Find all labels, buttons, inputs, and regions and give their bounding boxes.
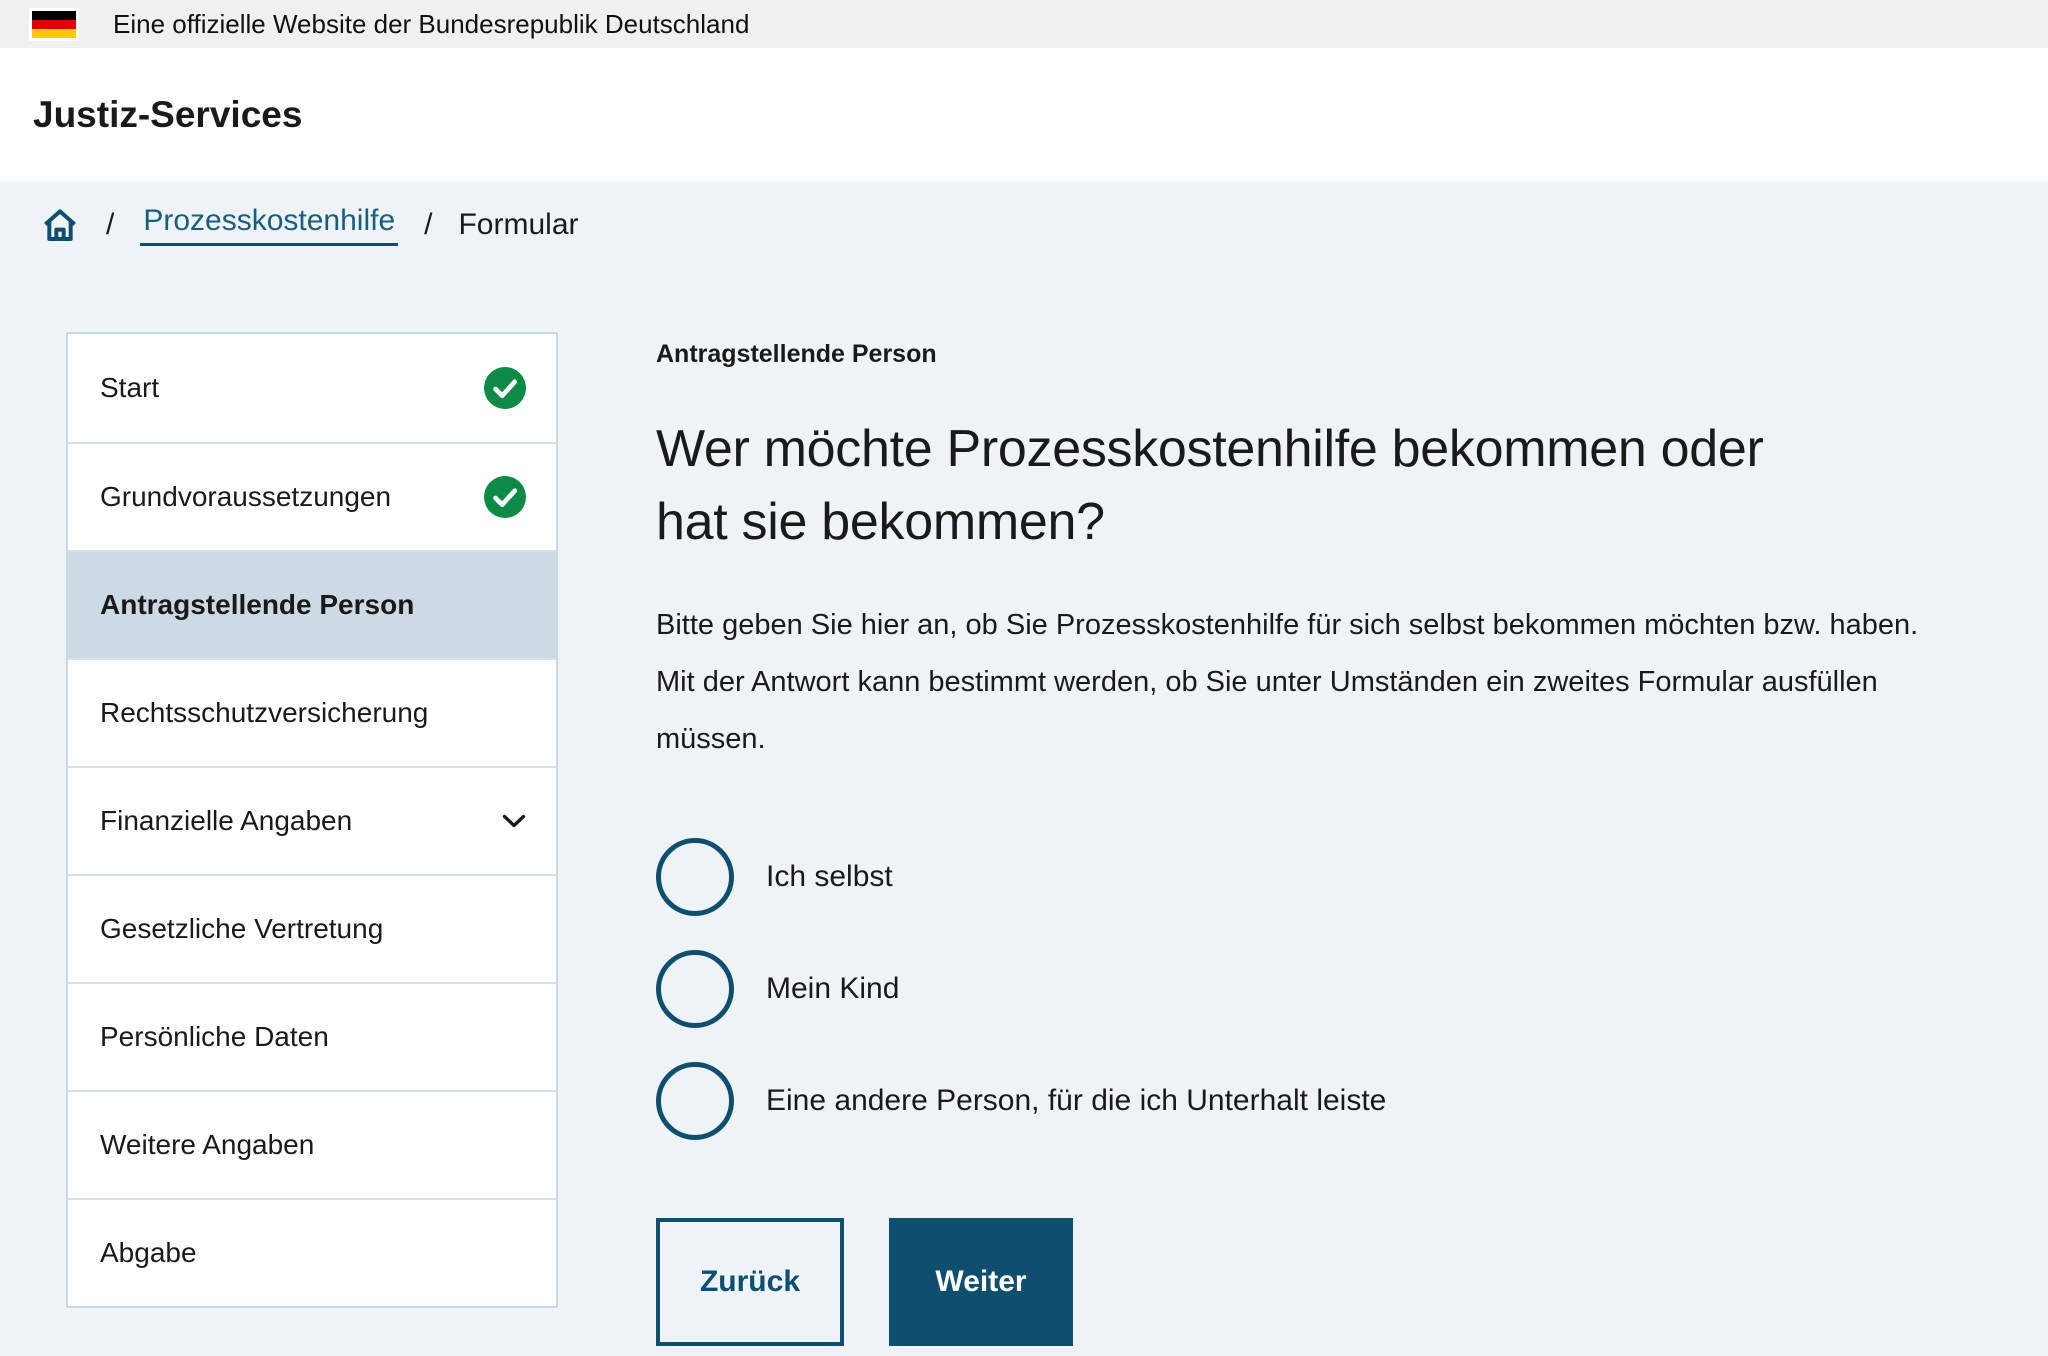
breadcrumb-link-prozesskostenhilfe[interactable]: Prozesskostenhilfe: [140, 204, 398, 246]
sidebar-item-antragstellende-person[interactable]: Antragstellende Person: [68, 550, 556, 658]
radio-option-mein-kind[interactable]: Mein Kind: [656, 950, 1996, 1028]
german-flag-icon: [29, 8, 79, 41]
sidebar-item-label: Finanzielle Angaben: [100, 805, 502, 837]
sidebar-item-label: Abgabe: [100, 1237, 526, 1269]
sidebar-item-label: Gesetzliche Vertretung: [100, 913, 526, 945]
breadcrumb-separator: /: [424, 208, 432, 242]
sidebar-item-start[interactable]: Start: [68, 334, 556, 442]
form-main-content: Antragstellende Person Wer möchte Prozes…: [656, 340, 1996, 1346]
government-banner-text: Eine offizielle Website der Bundesrepubl…: [113, 9, 749, 40]
sidebar-item-persoenliche-daten[interactable]: Persönliche Daten: [68, 982, 556, 1090]
radio-option-ich-selbst[interactable]: Ich selbst: [656, 838, 1996, 916]
sidebar-item-grundvoraussetzungen[interactable]: Grundvoraussetzungen: [68, 442, 556, 550]
site-header: Justiz-Services: [0, 48, 2048, 182]
next-button[interactable]: Weiter: [889, 1218, 1073, 1346]
site-title: Justiz-Services: [33, 94, 302, 136]
form-step-sidebar: Start Grundvoraussetzungen Antragstellen…: [66, 332, 558, 1308]
page-title-line-1: Wer möchte Prozesskostenhilfe bekommen o…: [656, 413, 1996, 486]
sidebar-item-finanzielle-angaben[interactable]: Finanzielle Angaben: [68, 766, 556, 874]
radio-option-andere-person[interactable]: Eine andere Person, für die ich Unterhal…: [656, 1062, 1996, 1140]
question-description: Bitte geben Sie hier an, ob Sie Prozessk…: [656, 597, 1946, 768]
back-button[interactable]: Zurück: [656, 1218, 844, 1346]
radio-option-label: Mein Kind: [766, 972, 899, 1006]
check-circle-icon: [484, 367, 526, 409]
government-banner: Eine offizielle Website der Bundesrepubl…: [0, 0, 2048, 48]
sidebar-item-label: Antragstellende Person: [100, 589, 526, 621]
sidebar-item-rechtsschutzversicherung[interactable]: Rechtsschutzversicherung: [68, 658, 556, 766]
radio-button-icon[interactable]: [656, 838, 734, 916]
sidebar-item-label: Start: [100, 372, 484, 404]
page-title-line-2: hat sie bekommen?: [656, 486, 1996, 559]
check-circle-icon: [484, 476, 526, 518]
page-title: Wer möchte Prozesskostenhilfe bekommen o…: [656, 413, 1996, 559]
breadcrumb-current-formular: Formular: [458, 208, 578, 242]
section-label: Antragstellende Person: [656, 340, 1996, 369]
breadcrumb-separator: /: [106, 208, 114, 242]
radio-option-label: Eine andere Person, für die ich Unterhal…: [766, 1084, 1386, 1118]
sidebar-item-label: Persönliche Daten: [100, 1021, 526, 1053]
radio-option-label: Ich selbst: [766, 860, 893, 894]
sidebar-item-weitere-angaben[interactable]: Weitere Angaben: [68, 1090, 556, 1198]
home-icon: [40, 205, 80, 245]
chevron-down-icon: [502, 814, 526, 829]
radio-button-icon[interactable]: [656, 950, 734, 1028]
radio-group-antragsteller: Ich selbst Mein Kind Eine andere Person,…: [656, 838, 1996, 1140]
sidebar-item-gesetzliche-vertretung[interactable]: Gesetzliche Vertretung: [68, 874, 556, 982]
sidebar-item-abgabe[interactable]: Abgabe: [68, 1198, 556, 1306]
radio-button-icon[interactable]: [656, 1062, 734, 1140]
sidebar-item-label: Rechtsschutzversicherung: [100, 697, 526, 729]
breadcrumb-home-link[interactable]: [40, 205, 80, 245]
sidebar-item-label: Grundvoraussetzungen: [100, 481, 484, 513]
sidebar-item-label: Weitere Angaben: [100, 1129, 526, 1161]
breadcrumb: / Prozesskostenhilfe / Formular: [40, 202, 579, 248]
form-navigation-buttons: Zurück Weiter: [656, 1218, 1996, 1346]
